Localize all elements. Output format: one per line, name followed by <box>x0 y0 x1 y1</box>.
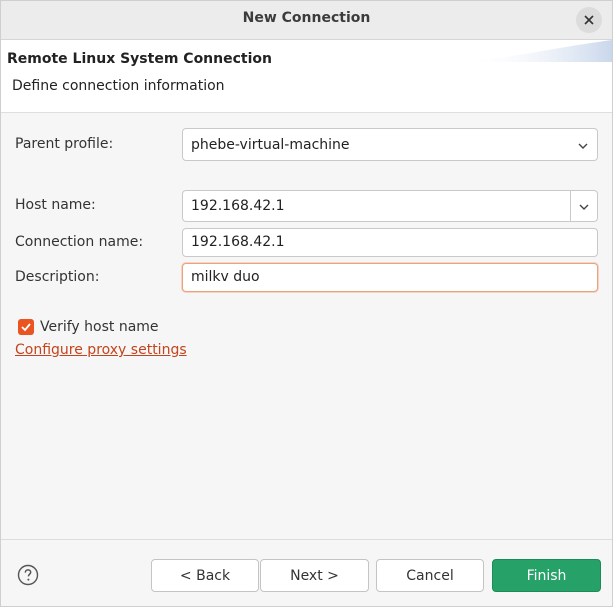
combo-divider <box>570 191 571 221</box>
banner-graphic <box>462 40 612 62</box>
window-title: New Connection <box>242 10 371 26</box>
finish-button[interactable]: Finish <box>492 559 601 592</box>
page-title: Remote Linux System Connection <box>7 51 272 67</box>
verify-host-checkbox[interactable] <box>18 319 34 335</box>
close-icon <box>584 15 594 25</box>
host-name-label: Host name: <box>15 197 96 213</box>
host-name-combo[interactable]: 192.168.42.1 <box>182 190 598 222</box>
chevron-down-icon <box>578 143 588 149</box>
connection-name-input[interactable]: 192.168.42.1 <box>182 228 598 257</box>
connection-name-label: Connection name: <box>15 234 144 250</box>
wizard-header: Remote Linux System Connection Define co… <box>1 40 612 113</box>
title-bar: New Connection <box>1 1 612 40</box>
next-button[interactable]: Next > <box>260 559 369 592</box>
description-input[interactable]: milkv duo <box>182 263 598 292</box>
checkmark-icon <box>21 323 31 332</box>
verify-host-label: Verify host name <box>40 319 159 335</box>
cancel-button[interactable]: Cancel <box>376 559 484 592</box>
parent-profile-select[interactable]: phebe-virtual-machine <box>182 128 598 161</box>
parent-profile-value: phebe-virtual-machine <box>191 137 350 153</box>
host-name-value: 192.168.42.1 <box>191 198 285 214</box>
description-label: Description: <box>15 269 100 285</box>
page-description: Define connection information <box>12 78 225 94</box>
help-icon[interactable] <box>17 564 39 586</box>
new-connection-dialog: New Connection Remote Linux System Conne… <box>0 0 613 607</box>
connection-name-value: 192.168.42.1 <box>191 234 285 250</box>
footer-divider <box>1 539 612 540</box>
description-value: milkv duo <box>191 269 260 285</box>
configure-proxy-link[interactable]: Configure proxy settings <box>15 342 187 358</box>
back-button[interactable]: < Back <box>151 559 259 592</box>
close-button[interactable] <box>576 7 602 33</box>
parent-profile-label: Parent profile: <box>15 136 114 152</box>
verify-host-checkbox-row[interactable]: Verify host name <box>18 319 159 335</box>
chevron-down-icon[interactable] <box>578 201 590 213</box>
